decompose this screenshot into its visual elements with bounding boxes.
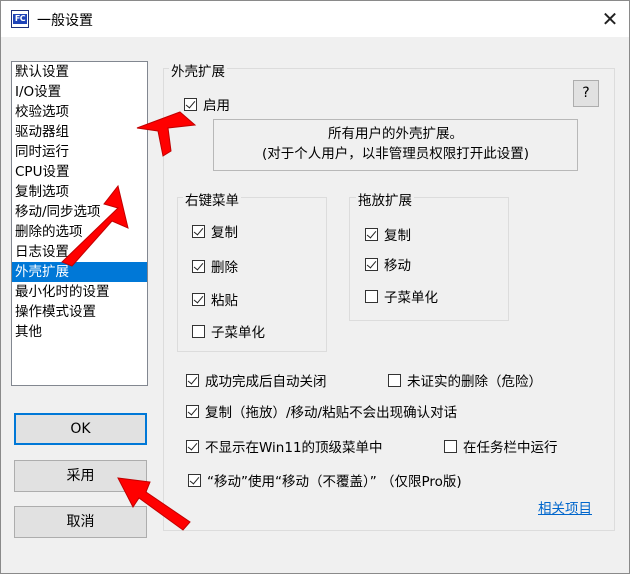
no-top-menu-checkbox[interactable]: 不显示在Win11的顶级菜单中 [186,436,383,456]
category-item-move-sync[interactable]: 移动/同步选项 [12,202,147,222]
context-delete-checkbox-box[interactable] [192,259,205,273]
enable-checkbox-label: 启用 [203,98,230,114]
auto-close-checkbox[interactable]: 成功完成后自动关闭 [186,370,327,390]
category-item-io[interactable]: I/O设置 [12,82,147,102]
app-icon-text: FC [13,14,27,24]
drag-submenu-label: 子菜单化 [384,290,438,306]
category-item-drive-group[interactable]: 驱动器组 [12,122,147,142]
drag-submenu-checkbox[interactable]: 子菜单化 [365,286,438,306]
move-no-overwrite-label: “移动”使用“移动（不覆盖）” （仅限Pro版) [207,474,462,490]
drag-drop-group-title: 拖放扩展 [356,189,414,209]
apply-button[interactable]: 采用 [14,460,147,492]
category-item-operation-mode[interactable]: 操作模式设置 [12,302,147,322]
unverified-delete-checkbox[interactable]: 未证实的删除（危险） [388,370,542,390]
drag-move-checkbox-box[interactable] [365,257,378,271]
context-delete-label: 删除 [211,260,238,276]
category-item-concurrent[interactable]: 同时运行 [12,142,147,162]
window-title: 一般设置 [37,13,93,29]
unverified-delete-label: 未证实的删除（危险） [407,374,542,390]
settings-window: FC 一般设置 ✕ 默认设置 I/O设置 校验选项 驱动器组 同时运行 CPU设… [0,0,630,574]
taskbar-checkbox-box[interactable] [444,439,457,453]
context-paste-checkbox-box[interactable] [192,292,205,306]
info-panel: 所有用户的外壳扩展。 (对于个人用户，以非管理员权限打开此设置) [213,119,578,171]
context-paste-checkbox[interactable]: 粘贴 [192,289,238,309]
context-copy-label: 复制 [211,225,238,241]
category-item-default[interactable]: 默认设置 [12,62,147,82]
drag-copy-checkbox[interactable]: 复制 [365,224,411,244]
enable-checkbox[interactable]: 启用 [184,94,230,114]
move-no-overwrite-checkbox-box[interactable] [188,473,201,487]
context-submenu-checkbox[interactable]: 子菜单化 [192,321,265,341]
no-top-menu-checkbox-box[interactable] [186,439,199,453]
context-menu-group-title: 右键菜单 [183,189,241,209]
category-item-copy[interactable]: 复制选项 [12,182,147,202]
context-copy-checkbox-box[interactable] [192,224,205,238]
help-button[interactable]: ? [573,80,599,107]
drag-move-checkbox[interactable]: 移动 [365,254,411,274]
drag-copy-checkbox-box[interactable] [365,227,378,241]
title-bar: FC 一般设置 ✕ [1,1,629,37]
context-copy-checkbox[interactable]: 复制 [192,221,238,241]
no-confirm-label: 复制（拖放）/移动/粘贴不会出现确认对话 [205,405,458,421]
context-delete-checkbox[interactable]: 删除 [192,256,238,276]
move-no-overwrite-checkbox[interactable]: “移动”使用“移动（不覆盖）” （仅限Pro版) [188,470,462,490]
enable-checkbox-box[interactable] [184,97,197,111]
cancel-button[interactable]: 取消 [14,506,147,538]
drag-move-label: 移动 [384,258,411,274]
auto-close-checkbox-box[interactable] [186,373,199,387]
context-paste-label: 粘贴 [211,293,238,309]
app-icon: FC [11,10,29,28]
drag-submenu-checkbox-box[interactable] [365,289,378,303]
shell-extension-group-title: 外壳扩展 [169,60,227,80]
no-top-menu-label: 不显示在Win11的顶级菜单中 [205,440,383,456]
close-icon[interactable]: ✕ [597,7,623,31]
no-confirm-checkbox-box[interactable] [186,404,199,418]
drag-copy-label: 复制 [384,228,411,244]
category-item-cpu[interactable]: CPU设置 [12,162,147,182]
category-item-delete[interactable]: 删除的选项 [12,222,147,242]
context-submenu-label: 子菜单化 [211,325,265,341]
category-item-verify[interactable]: 校验选项 [12,102,147,122]
taskbar-label: 在任务栏中运行 [463,440,558,456]
category-item-minimized[interactable]: 最小化时的设置 [12,282,147,302]
info-line-2: (对于个人用户，以非管理员权限打开此设置) [261,146,530,162]
category-item-other[interactable]: 其他 [12,322,147,342]
related-items-link[interactable]: 相关项目 [538,497,592,517]
ok-button[interactable]: OK [14,413,147,445]
category-item-shell-ext[interactable]: 外壳扩展 [12,262,147,282]
category-list[interactable]: 默认设置 I/O设置 校验选项 驱动器组 同时运行 CPU设置 复制选项 移动/… [11,61,148,386]
unverified-delete-checkbox-box[interactable] [388,373,401,387]
info-line-1: 所有用户的外壳扩展。 [328,126,463,142]
no-confirm-checkbox[interactable]: 复制（拖放）/移动/粘贴不会出现确认对话 [186,401,457,421]
category-item-log[interactable]: 日志设置 [12,242,147,262]
taskbar-checkbox[interactable]: 在任务栏中运行 [444,436,558,456]
context-submenu-checkbox-box[interactable] [192,324,205,338]
auto-close-label: 成功完成后自动关闭 [205,374,327,390]
